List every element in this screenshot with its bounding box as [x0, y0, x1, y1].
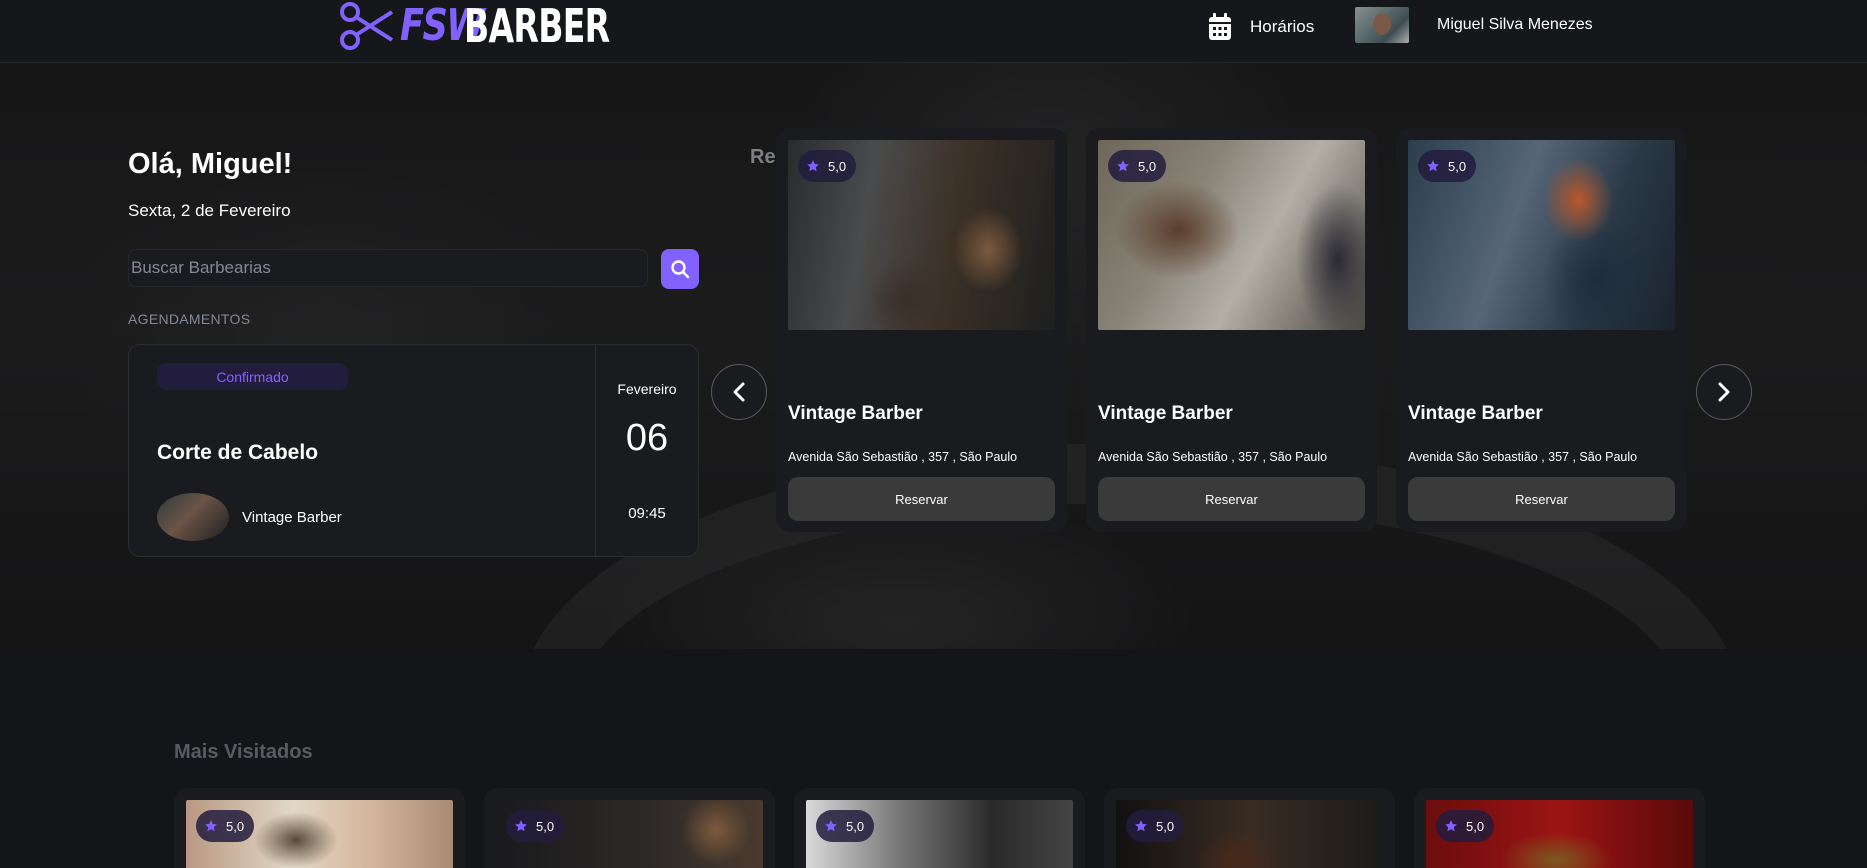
search-box — [128, 249, 648, 287]
rating-badge: 5,0 — [798, 150, 857, 182]
current-date: Sexta, 2 de Fevereiro — [128, 201, 291, 220]
barbershop-card: 5,0 Vintage Barber Avenida São Sebastião… — [776, 128, 1067, 532]
carousel-next-button[interactable] — [1696, 364, 1752, 420]
barbershop-address: Avenida São Sebastião , 357 , São Paulo — [1408, 450, 1638, 464]
barbershop-image[interactable]: 5,0 — [806, 800, 1073, 868]
barbershop-card: 5,0 — [174, 788, 465, 868]
barbershop-name: Vintage Barber — [1408, 403, 1543, 424]
barbershop-image[interactable]: 5,0 — [496, 800, 763, 868]
hero-section: Olá, Miguel! Sexta, 2 de Fevereiro AGEND… — [0, 63, 1867, 649]
nav-schedules[interactable]: Horários — [1208, 10, 1314, 44]
barbershop-card: 5,0 Vintage Barber Avenida São Sebastião… — [1086, 128, 1377, 532]
rating-value: 5,0 — [1156, 818, 1175, 834]
avatar — [1355, 7, 1409, 43]
calendar-icon — [1209, 13, 1231, 40]
user-name: Miguel Silva Menezes — [1437, 16, 1593, 33]
barbershop-image[interactable]: 5,0 — [1116, 800, 1383, 868]
booking-month: Fevereiro — [617, 381, 677, 397]
booking-date: Fevereiro 06 09:45 — [596, 345, 698, 556]
star-icon — [1427, 160, 1439, 172]
bookings-section-label: AGENDAMENTOS — [128, 311, 251, 327]
star-icon — [807, 160, 819, 172]
book-button[interactable]: Reservar — [1408, 477, 1675, 521]
greeting: Olá, Miguel! — [128, 148, 293, 180]
booking-shop-name: Vintage Barber — [242, 508, 342, 526]
user-menu[interactable]: Miguel Silva Menezes — [1355, 7, 1593, 43]
star-icon — [1117, 160, 1129, 172]
rating-badge: 5,0 — [196, 810, 255, 842]
rating-badge: 5,0 — [816, 810, 875, 842]
star-icon — [205, 820, 217, 832]
star-icon — [515, 820, 527, 832]
star-icon — [1445, 820, 1457, 832]
barbershop-name: Vintage Barber — [788, 403, 923, 424]
rating-value: 5,0 — [1466, 818, 1485, 834]
chevron-right-icon — [1718, 382, 1730, 402]
carousel-prev-button[interactable] — [711, 364, 767, 420]
book-button[interactable]: Reservar — [1098, 477, 1365, 521]
rating-badge: 5,0 — [1436, 810, 1495, 842]
barbershop-card: 5,0 Vintage Barber Avenida São Sebastião… — [1396, 128, 1687, 532]
rating-value: 5,0 — [1448, 158, 1467, 174]
book-button[interactable]: Reservar — [788, 477, 1055, 521]
star-icon — [825, 820, 837, 832]
barbershop-image[interactable]: 5,0 — [788, 140, 1055, 330]
shop-avatar — [157, 493, 229, 541]
barbershop-card: 5,0 — [1104, 788, 1395, 868]
booking-service: Corte de Cabelo — [157, 441, 319, 464]
barbershop-card: 5,0 — [794, 788, 1085, 868]
scissors-icon — [340, 2, 394, 50]
rating-badge: 5,0 — [1108, 150, 1167, 182]
rating-badge: 5,0 — [1418, 150, 1477, 182]
top-header: FSW BARBER Horários Miguel Silva Menezes — [0, 0, 1867, 63]
booking-card[interactable]: Confirmado Corte de Cabelo Vintage Barbe… — [128, 344, 699, 557]
search-input[interactable] — [129, 250, 647, 286]
barbershop-name: Vintage Barber — [1098, 403, 1233, 424]
nav-schedules-label: Horários — [1250, 17, 1315, 36]
logo-prefix: FSW — [400, 0, 485, 51]
search-button[interactable] — [661, 249, 699, 289]
barbershop-image[interactable]: 5,0 — [1426, 800, 1693, 868]
barbershop-card: 5,0 — [484, 788, 775, 868]
star-icon — [1135, 820, 1147, 832]
rating-value: 5,0 — [536, 818, 555, 834]
rating-value: 5,0 — [226, 818, 245, 834]
rating-value: 5,0 — [828, 158, 847, 174]
booking-shop: Vintage Barber — [157, 493, 342, 541]
barbershop-image[interactable]: 5,0 — [1098, 140, 1365, 330]
barbershop-image[interactable]: 5,0 — [1408, 140, 1675, 330]
barbershop-image[interactable]: 5,0 — [186, 800, 453, 868]
rating-value: 5,0 — [846, 818, 865, 834]
barbershop-address: Avenida São Sebastião , 357 , São Paulo — [788, 450, 1018, 464]
barbershop-address: Avenida São Sebastião , 357 , São Paulo — [1098, 450, 1328, 464]
most-visited-title: Mais Visitados — [174, 741, 313, 763]
logo[interactable]: FSW BARBER — [338, 0, 666, 52]
chevron-left-icon — [733, 382, 745, 402]
logo-suffix: BARBER — [464, 0, 610, 53]
booking-time: 09:45 — [628, 505, 666, 522]
status-badge: Confirmado — [157, 363, 348, 390]
rating-value: 5,0 — [1138, 158, 1157, 174]
barbershop-card: 5,0 — [1414, 788, 1705, 868]
rating-badge: 5,0 — [1126, 810, 1185, 842]
booking-details: Confirmado Corte de Cabelo Vintage Barbe… — [129, 345, 596, 556]
search-icon — [671, 260, 690, 279]
rating-badge: 5,0 — [506, 810, 565, 842]
booking-day: 06 — [625, 417, 669, 459]
